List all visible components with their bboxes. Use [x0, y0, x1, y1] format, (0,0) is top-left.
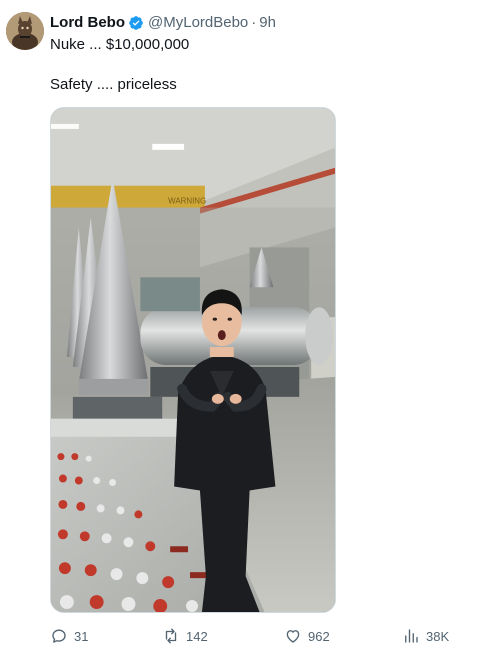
like-button[interactable]: 962 — [284, 624, 330, 648]
tweet-text-line: Safety .... priceless — [50, 76, 177, 93]
video-frame: WARNING — [51, 108, 335, 612]
tweet-header: Lord Bebo @MyLordBebo · 9h — [50, 13, 276, 33]
repost-button[interactable]: 142 — [162, 624, 208, 648]
warning-sign: WARNING — [168, 197, 206, 206]
like-count: 962 — [308, 628, 330, 644]
separator-dot: · — [251, 14, 257, 31]
tweet-text: Nuke ... $10,000,000 Safety .... pricele… — [50, 35, 470, 95]
tweet-text-line: Nuke ... $10,000,000 — [50, 36, 190, 53]
avatar[interactable] — [6, 12, 44, 50]
display-name[interactable]: Lord Bebo — [50, 13, 125, 33]
repost-count: 142 — [186, 628, 208, 644]
reply-count: 31 — [74, 628, 89, 644]
action-bar: 31 142 962 38K — [50, 624, 460, 648]
like-icon — [286, 630, 300, 643]
timestamp[interactable]: 9h — [259, 13, 276, 33]
avatar-image — [6, 12, 44, 50]
views-count: 38K — [426, 628, 450, 644]
views-icon — [405, 629, 418, 643]
repost-icon — [165, 628, 177, 644]
reply-button[interactable]: 31 — [50, 624, 88, 648]
video-player[interactable]: WARNING — [50, 107, 336, 613]
views-button[interactable]: 38K — [402, 624, 449, 648]
reply-icon — [52, 629, 66, 643]
tweet: Lord Bebo @MyLordBebo · 9h Nuke ... $10,… — [0, 0, 484, 648]
verified-icon — [128, 15, 144, 31]
handle[interactable]: @MyLordBebo — [148, 13, 248, 33]
